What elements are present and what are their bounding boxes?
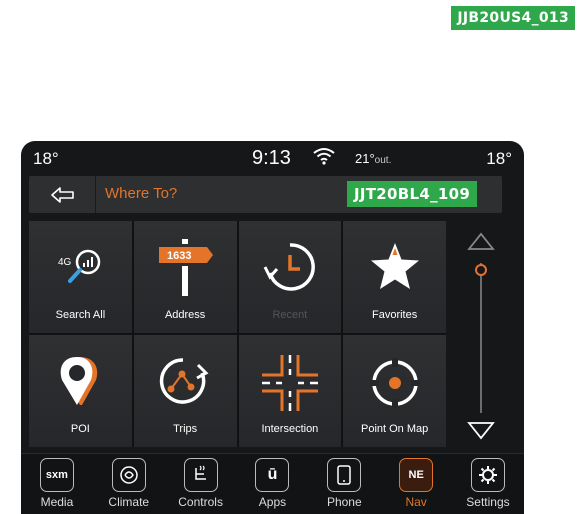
seat-heat-icon [183, 458, 218, 492]
intersection-button[interactable]: Intersection [238, 335, 342, 447]
image-id-tag: JJB20US4_013 [451, 6, 575, 30]
tile-label: Search All [55, 309, 106, 321]
intersection-icon [261, 355, 318, 411]
tile-label: POI [70, 423, 90, 435]
dock-climate[interactable]: Climate [99, 454, 159, 514]
scroll-down-icon[interactable] [466, 419, 496, 441]
point-on-map-button[interactable]: Point On Map [343, 335, 446, 447]
scroll-thumb[interactable] [475, 264, 487, 276]
svg-text:4G: 4G [58, 257, 72, 268]
dock-label: Climate [108, 495, 150, 509]
svg-text:1633: 1633 [167, 250, 191, 262]
scrollbar[interactable] [466, 231, 496, 441]
compass-icon: NE [399, 458, 434, 492]
tile-label: Recent [272, 309, 308, 321]
route-icon [159, 358, 209, 404]
back-arrow-icon [51, 187, 74, 203]
nav-screen: 18° 9:13 21°out. 18° Where To? JJT20BL4_… [21, 141, 524, 514]
page-title: Where To? [105, 185, 178, 202]
dock-settings[interactable]: Settings [458, 454, 518, 514]
recent-button[interactable]: Recent [238, 221, 342, 333]
clock-history-icon [263, 243, 315, 291]
favorites-button[interactable]: Favorites [343, 221, 446, 333]
trips-button[interactable]: Trips [133, 335, 237, 447]
dock-media[interactable]: sxm Media [27, 454, 87, 514]
poi-button[interactable]: POI [29, 335, 132, 447]
scroll-up-icon[interactable] [466, 231, 496, 253]
uconnect-icon: ū [255, 458, 290, 492]
passenger-temp[interactable]: 18° [486, 149, 512, 169]
crosshair-icon [369, 358, 420, 408]
wifi-icon [313, 148, 335, 165]
dock-label: Apps [258, 495, 287, 509]
address-button[interactable]: 1633 Address [133, 221, 237, 333]
destination-grid: 4G Search All 1633 Address Recent Favori… [29, 221, 446, 447]
clock: 9:13 [252, 147, 291, 169]
nav-header: Where To? JJT20BL4_109 [29, 176, 502, 213]
tile-label: Favorites [372, 309, 418, 321]
dock-phone[interactable]: Phone [314, 454, 374, 514]
search-4g-icon: 4G [58, 249, 101, 283]
signpost-icon: 1633 [159, 239, 214, 296]
star-icon [370, 243, 419, 289]
siriusxm-icon: sxm [39, 458, 74, 492]
dock-label: Media [40, 495, 74, 509]
tile-label: Point On Map [360, 423, 429, 435]
search-all-button[interactable]: 4G Search All [29, 221, 132, 333]
bottom-dock: sxm Media Climate Controls ū Apps Phone [21, 453, 524, 514]
outside-temp: 21°out. [355, 151, 392, 166]
dock-apps[interactable]: ū Apps [242, 454, 302, 514]
dock-controls[interactable]: Controls [171, 454, 231, 514]
gear-icon [470, 458, 505, 492]
tile-label: Intersection [261, 423, 319, 435]
back-button[interactable] [29, 176, 96, 213]
dock-label: Nav [405, 495, 427, 509]
dock-label: Phone [326, 495, 362, 509]
scroll-track[interactable] [480, 263, 482, 413]
status-bar: 18° 9:13 21°out. 18° [21, 141, 524, 174]
tile-label: Address [164, 309, 206, 321]
dock-label: Settings [466, 495, 510, 509]
dock-nav[interactable]: NE Nav [386, 454, 446, 514]
tile-label: Trips [173, 423, 198, 435]
driver-temp[interactable]: 18° [33, 149, 59, 169]
dock-label: Controls [178, 495, 223, 509]
phone-icon [327, 458, 362, 492]
map-pin-icon [61, 357, 98, 405]
image-id-tag-overlay: JJT20BL4_109 [347, 181, 478, 207]
fan-icon [111, 458, 146, 492]
